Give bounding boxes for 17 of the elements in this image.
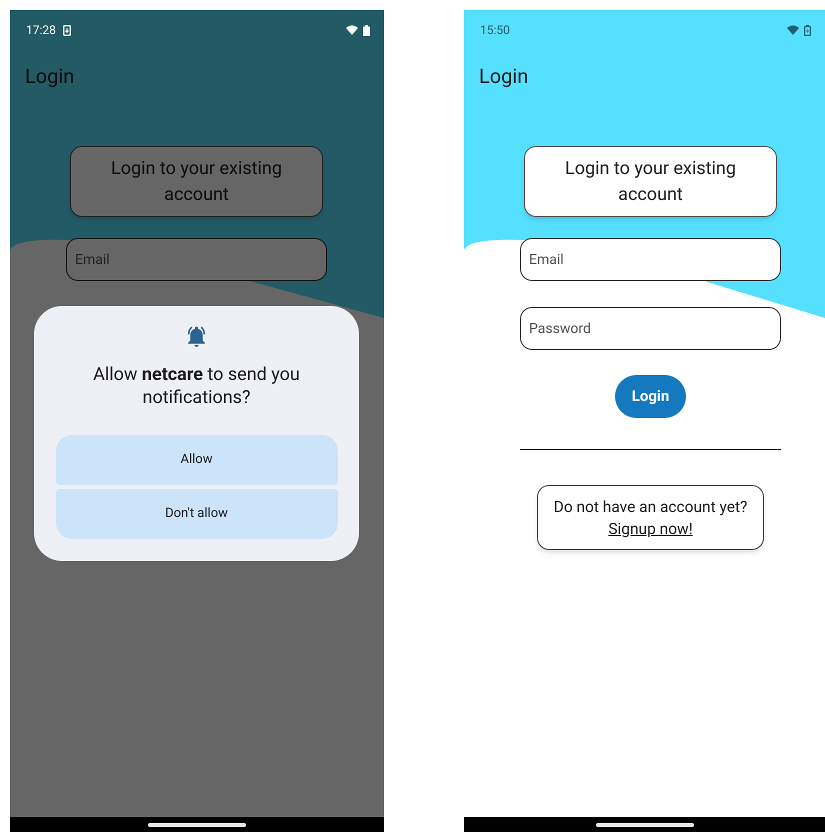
signup-link[interactable]: Signup now!: [608, 518, 693, 540]
header-card: Login to your existing account: [524, 146, 777, 217]
wifi-icon: [787, 25, 799, 35]
input-field[interactable]: Password: [520, 307, 781, 350]
app-bar-title: Login: [25, 63, 74, 90]
header-card: Login to your existing account: [70, 146, 323, 217]
input-field[interactable]: Email: [66, 238, 327, 281]
dialog-button[interactable]: Allow: [56, 435, 338, 485]
signup-prompt: Do not have an account yet?: [554, 496, 748, 518]
dialog-message: Allow netcare to send you notifications?: [92, 363, 301, 409]
app-bar-title: Login: [479, 63, 528, 90]
wifi-icon: [346, 25, 358, 35]
login-button[interactable]: Login: [615, 375, 686, 418]
input-field[interactable]: Email: [520, 238, 781, 281]
status-time: 17:28: [26, 22, 56, 39]
dialog-button[interactable]: Don't allow: [56, 489, 338, 539]
status-time: 15:50: [480, 22, 510, 39]
